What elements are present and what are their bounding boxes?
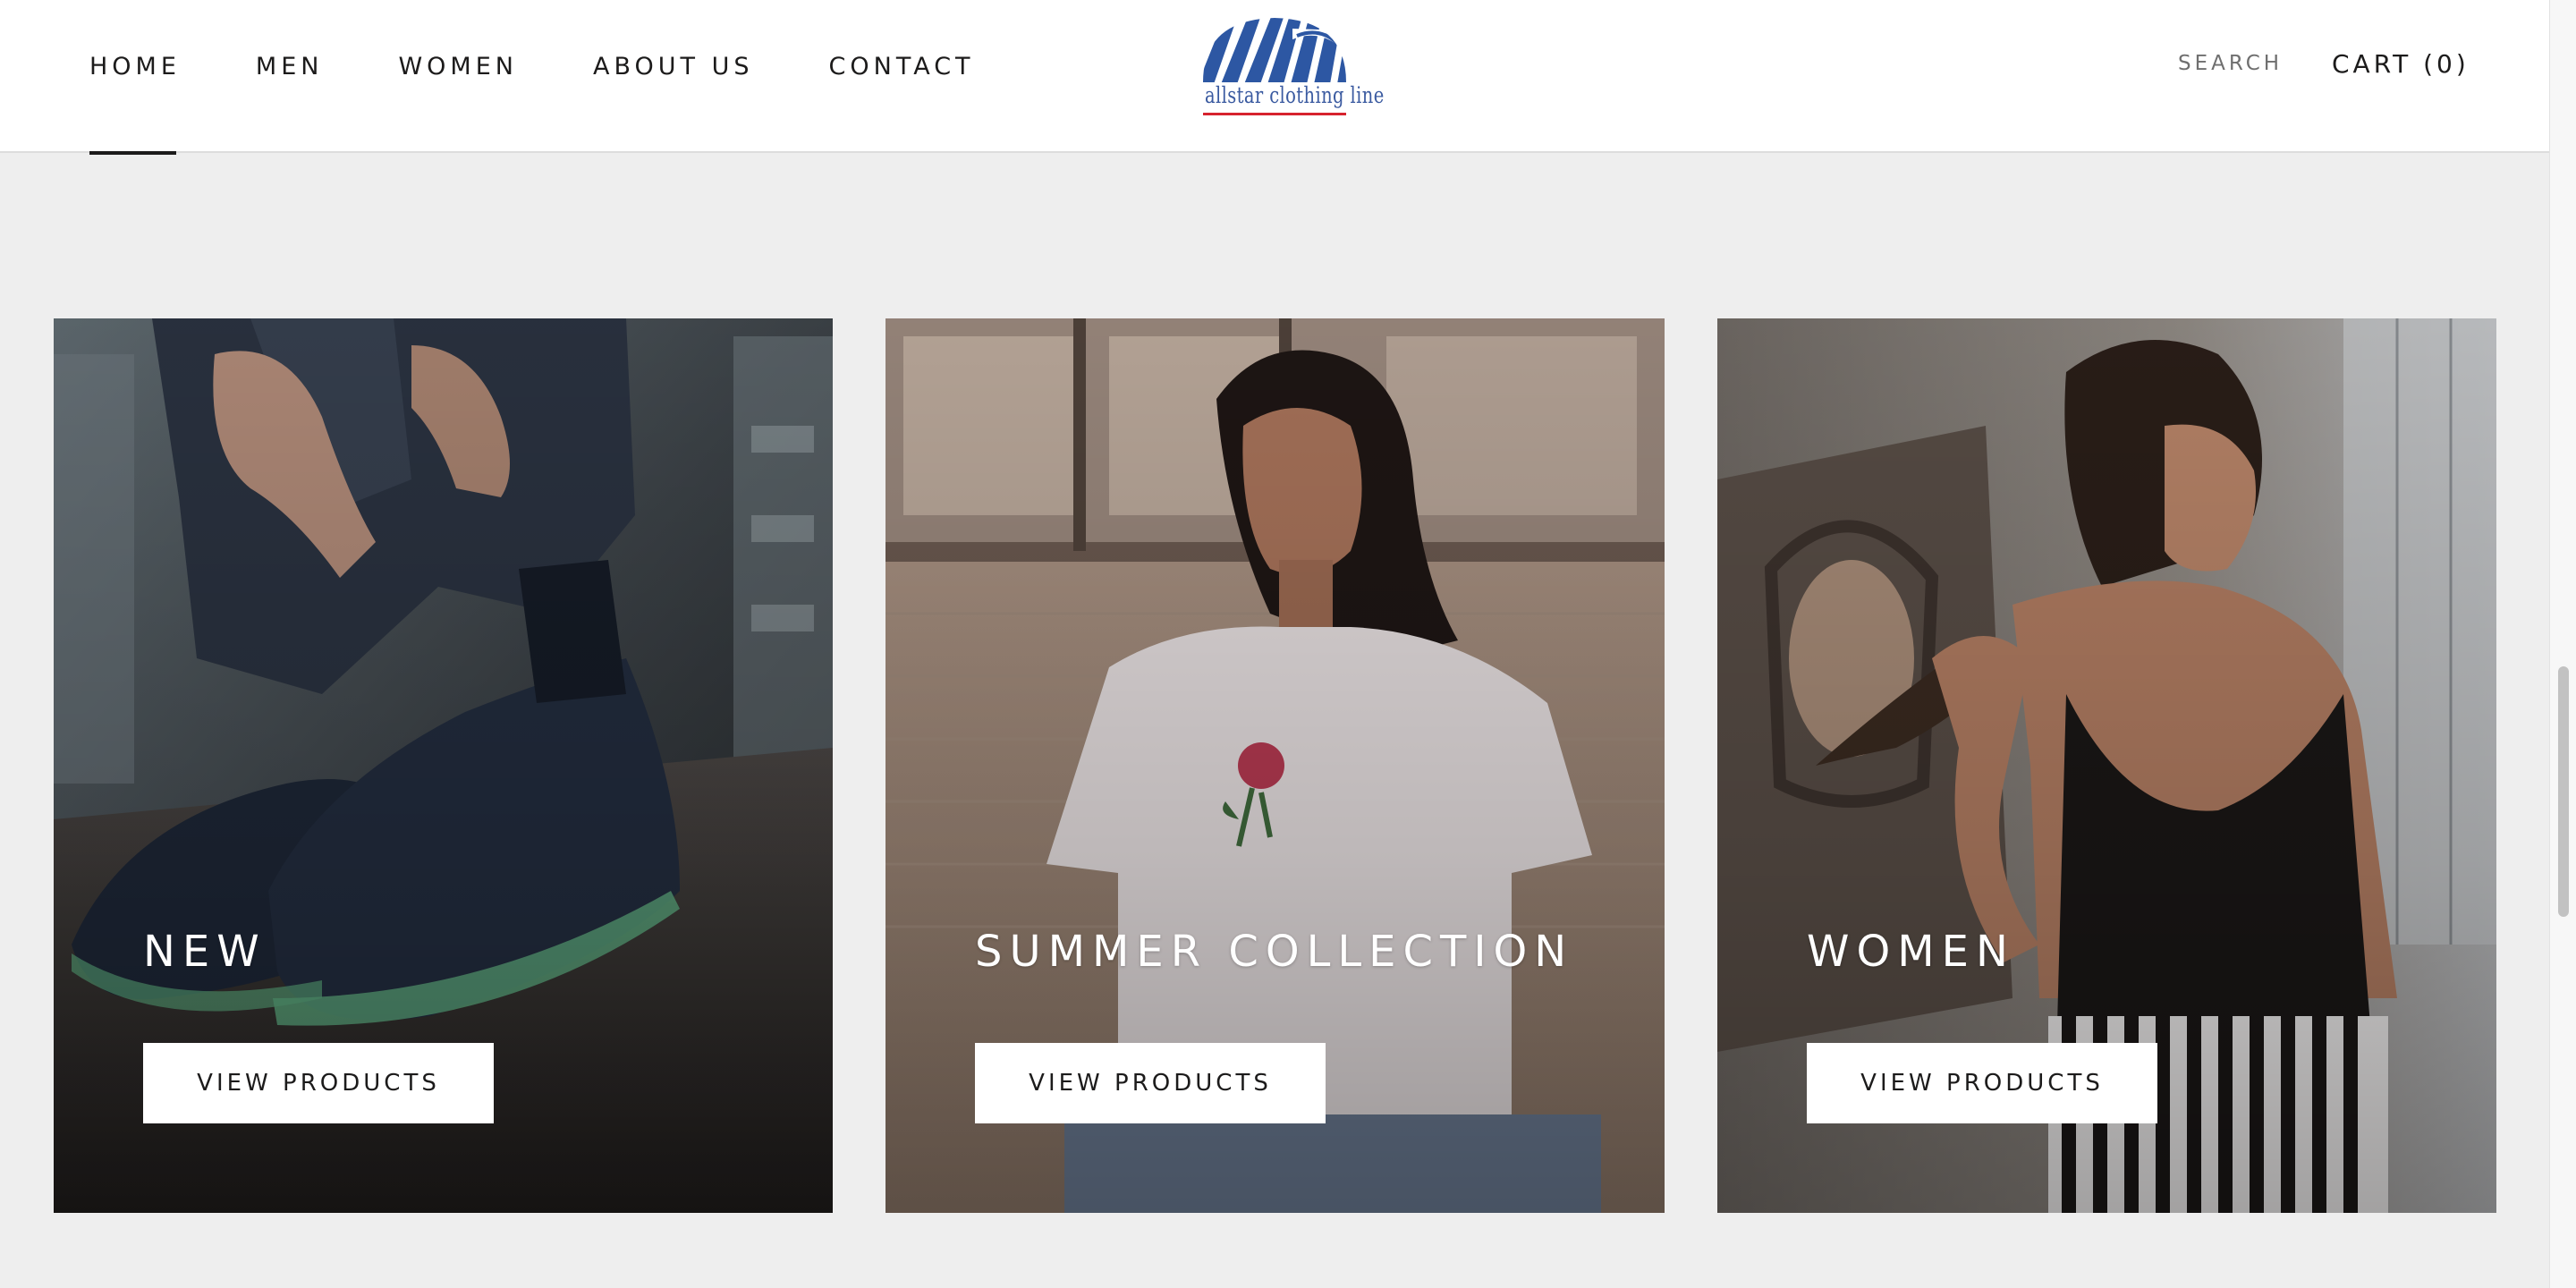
collection-card-new[interactable]: NEW VIEW PRODUCTS: [54, 318, 833, 1213]
logo-dome-icon: [1203, 18, 1346, 82]
nav-home[interactable]: HOME: [89, 0, 181, 155]
site-logo[interactable]: allstar clothing line: [1185, 13, 1385, 120]
cart-link[interactable]: CART (0): [2332, 49, 2470, 79]
collection-title: NEW: [143, 927, 267, 977]
collection-title: SUMMER COLLECTION: [975, 927, 1574, 977]
logo-text: allstar clothing line: [1205, 82, 1385, 108]
logo-underline: [1203, 113, 1346, 115]
collection-card-summer[interactable]: SUMMER COLLECTION VIEW PRODUCTS: [886, 318, 1665, 1213]
nav-women[interactable]: WOMEN: [398, 0, 518, 153]
main-nav: HOME MEN WOMEN ABOUT US CONTACT: [89, 0, 1050, 155]
scrollbar-thumb[interactable]: [2558, 666, 2569, 917]
collection-title: WOMEN: [1807, 927, 2015, 977]
page-scrollbar[interactable]: [2549, 0, 2576, 1288]
collection-card-women[interactable]: WOMEN VIEW PRODUCTS: [1717, 318, 2496, 1213]
nav-men[interactable]: MEN: [256, 0, 324, 153]
view-products-button[interactable]: VIEW PRODUCTS: [975, 1043, 1326, 1123]
nav-about-us[interactable]: ABOUT US: [593, 0, 754, 153]
view-products-button[interactable]: VIEW PRODUCTS: [1807, 1043, 2157, 1123]
search-link[interactable]: SEARCH: [2178, 52, 2283, 75]
nav-contact[interactable]: CONTACT: [829, 0, 975, 153]
view-products-button[interactable]: VIEW PRODUCTS: [143, 1043, 494, 1123]
site-header: HOME MEN WOMEN ABOUT US CONTACT allstar …: [0, 0, 2549, 155]
